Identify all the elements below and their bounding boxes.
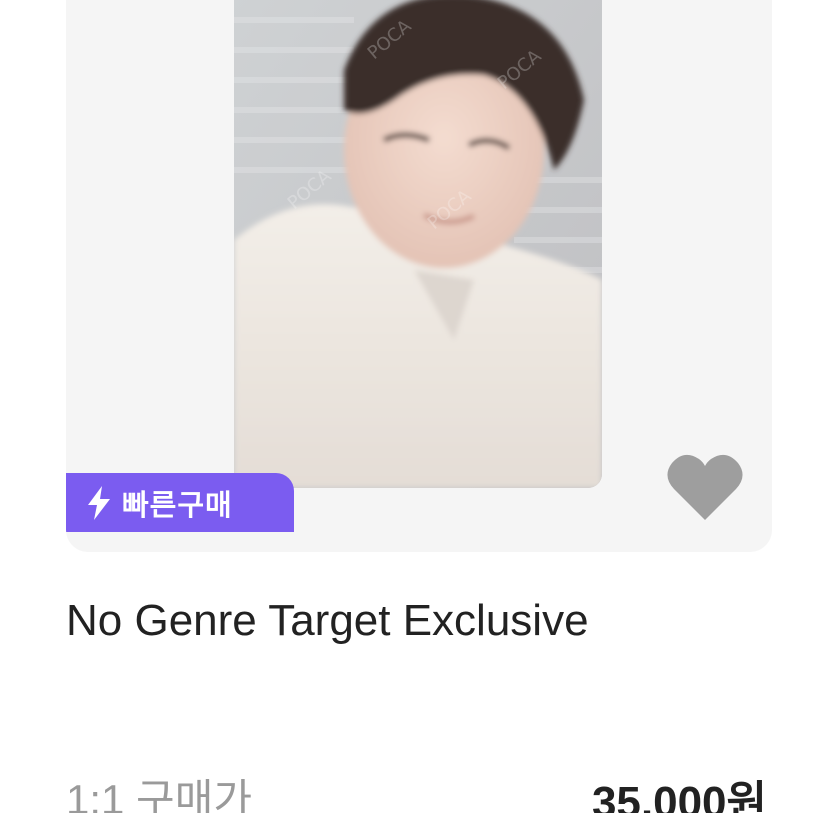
quick-buy-badge: 빠른구매 [66, 473, 294, 532]
price: 35,000원 [591, 778, 767, 813]
quick-buy-label: 빠른구매 [122, 487, 233, 522]
lightning-bolt-icon [88, 485, 110, 520]
product-card[interactable]: POCA POCA POCA POCA 빠른구매 [66, 0, 772, 552]
heart-icon[interactable] [666, 452, 744, 522]
price-row: 1:1 구매가 35,000원 [66, 766, 767, 813]
product-title[interactable]: No Genre Target Exclusive [66, 596, 589, 646]
photocard-image: POCA POCA POCA POCA [234, 0, 602, 488]
product-photo[interactable]: POCA POCA POCA POCA [234, 0, 602, 488]
trade-type-label: 1:1 구매가 [66, 776, 252, 813]
